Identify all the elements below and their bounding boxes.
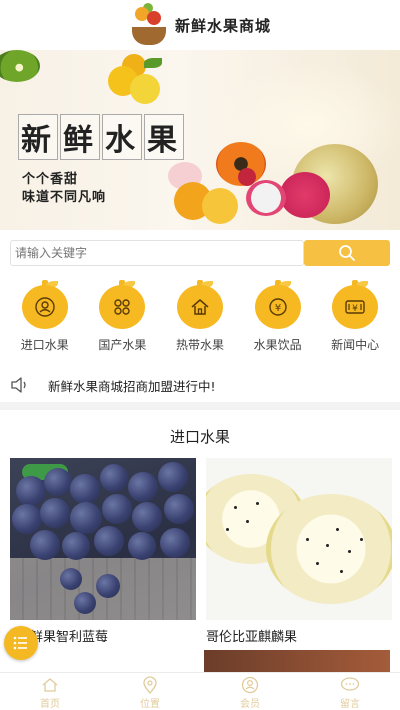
search-input[interactable] (10, 240, 304, 266)
tab-label: 位置 (140, 699, 160, 710)
app-header: 新鲜水果商城 (0, 0, 400, 50)
bottom-tab-bar: 首页 位置 会员 留言 (0, 672, 400, 710)
search-bar (0, 230, 400, 280)
lemon-image (108, 54, 168, 110)
promo-banner[interactable]: 新鲜水果 个个香甜 味道不同凡响 (0, 50, 400, 230)
svg-text:¥: ¥ (274, 303, 280, 314)
floating-menu-button[interactable] (4, 626, 38, 660)
chat-icon (340, 677, 360, 691)
product-name[interactable]: 鲜果智利蓝莓 (30, 626, 108, 645)
notice-text: 新鲜水果商城招商加盟进行中! (48, 378, 216, 394)
location-pin-icon (143, 676, 157, 694)
speaker-icon (11, 377, 26, 393)
section-title: 进口水果 (169, 428, 230, 446)
category-label: 热带水果 (175, 338, 224, 352)
product-image-pitaya[interactable] (206, 458, 392, 620)
product-image-blueberry[interactable] (10, 458, 196, 620)
category-fruit-drinks[interactable]: ¥ 水果饮品 (242, 280, 314, 368)
category-imported-fruit[interactable]: 进口水果 (9, 280, 81, 368)
category-label: 国产水果 (98, 338, 147, 352)
yen-coin-icon: ¥ (268, 298, 287, 316)
search-icon (339, 245, 355, 261)
tab-message[interactable]: 留言 (310, 673, 390, 710)
category-domestic-fruit[interactable]: 国产水果 (86, 280, 158, 368)
tab-home[interactable]: 首页 (10, 673, 90, 710)
banner-subtitle-1: 个个香甜 (22, 172, 79, 187)
fruit-basket-logo (129, 3, 169, 47)
home-icon (191, 299, 209, 315)
category-grid: 进口水果 国产水果 热带水果 ¥ 水果饮品 ¥ 新闻中心 (0, 280, 400, 368)
category-tropical-fruit[interactable]: 热带水果 (164, 280, 236, 368)
tab-location[interactable]: 位置 (110, 673, 190, 710)
banner-headline: 新鲜水果 (18, 114, 186, 160)
clover-icon (114, 299, 131, 315)
home-icon (42, 678, 58, 692)
yen-ticket-icon: ¥ (345, 300, 365, 314)
next-product-image[interactable] (204, 650, 390, 672)
category-label: 进口水果 (20, 338, 69, 352)
category-label: 新闻中心 (331, 338, 380, 352)
tab-label: 首页 (40, 699, 60, 710)
category-label: 水果饮品 (253, 338, 302, 352)
svg-text:¥: ¥ (352, 304, 358, 314)
imported-fruit-section: 进口水果 鲜果智利蓝莓 哥伦比亚麒麟果 (0, 410, 400, 672)
search-button[interactable] (304, 240, 390, 266)
tab-member[interactable]: 会员 (210, 673, 290, 710)
member-icon (241, 676, 259, 694)
kiwi-image (0, 50, 40, 82)
tab-label: 会员 (240, 699, 260, 710)
user-circle-icon (35, 297, 55, 317)
fruit-pile-image (168, 140, 400, 230)
banner-subtitle-2: 味道不同凡响 (22, 190, 107, 205)
menu-list-icon (13, 636, 27, 650)
product-name[interactable]: 哥伦比亚麒麟果 (206, 626, 297, 645)
category-news-center[interactable]: ¥ 新闻中心 (319, 280, 391, 368)
notice-bar[interactable]: 新鲜水果商城招商加盟进行中! (0, 368, 400, 402)
app-title: 新鲜水果商城 (174, 16, 271, 35)
tab-label: 留言 (340, 699, 360, 710)
